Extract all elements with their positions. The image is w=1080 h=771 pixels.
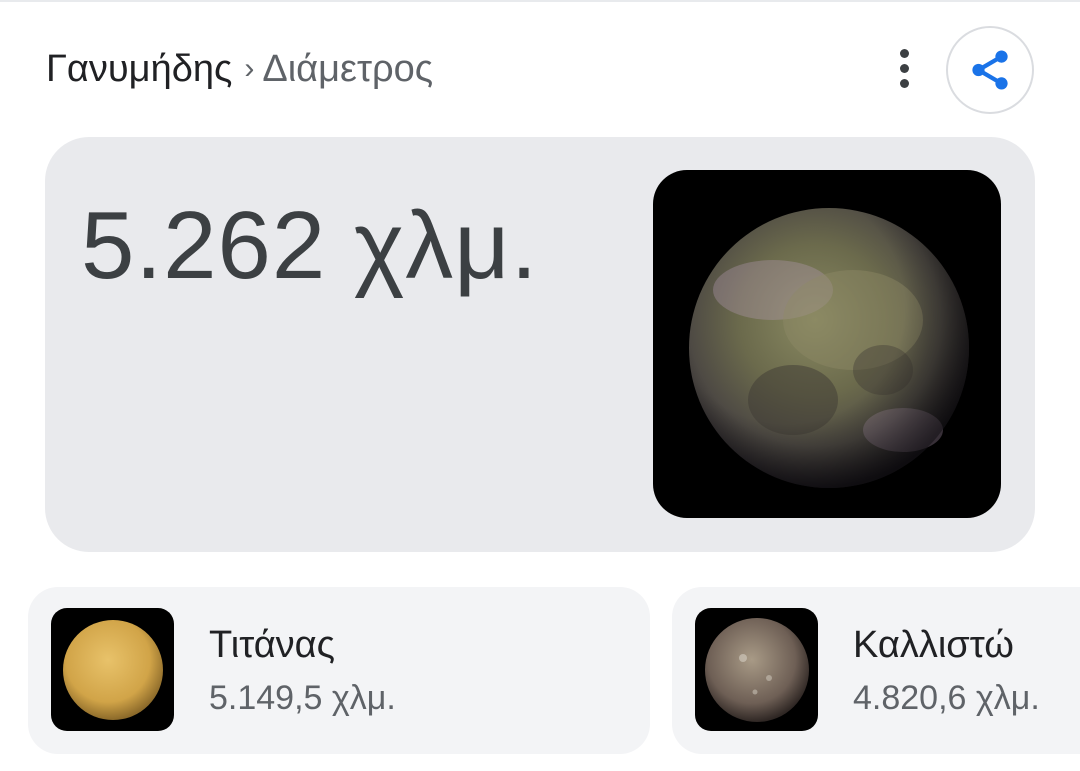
titan-image	[51, 608, 174, 731]
breadcrumb-current: Διάμετρος	[262, 47, 434, 90]
titan-planet-graphic	[63, 620, 163, 720]
related-name: Τιτάνας	[209, 624, 335, 666]
more-vert-icon	[899, 48, 909, 58]
related-card-titan[interactable]: Τιτάνας 5.149,5 χλμ.	[28, 587, 650, 754]
breadcrumb-separator: ›	[244, 52, 255, 85]
ganymede-image[interactable]	[653, 170, 1001, 518]
more-vert-icon-dot	[899, 63, 909, 73]
breadcrumb: Γανυμήδης › Διάμετρος	[46, 44, 433, 94]
callisto-image	[695, 608, 818, 731]
related-value: 5.149,5 χλμ.	[209, 679, 396, 717]
diameter-value: 5.262 χλμ.	[81, 192, 539, 299]
share-icon	[972, 50, 1008, 90]
answer-card: 5.262 χλμ.	[45, 137, 1035, 552]
callisto-planet-graphic	[705, 618, 809, 722]
related-card-callisto[interactable]: Καλλιστώ 4.820,6 χλμ.	[672, 587, 1080, 754]
related-value: 4.820,6 χλμ.	[853, 679, 1040, 717]
more-options-button[interactable]	[884, 46, 924, 90]
related-name: Καλλιστώ	[853, 624, 1014, 666]
top-divider	[0, 0, 1080, 2]
more-vert-icon-dot	[899, 78, 909, 88]
ganymede-planet-graphic	[689, 208, 969, 488]
share-button[interactable]	[946, 26, 1034, 114]
breadcrumb-parent[interactable]: Γανυμήδης	[46, 48, 232, 91]
